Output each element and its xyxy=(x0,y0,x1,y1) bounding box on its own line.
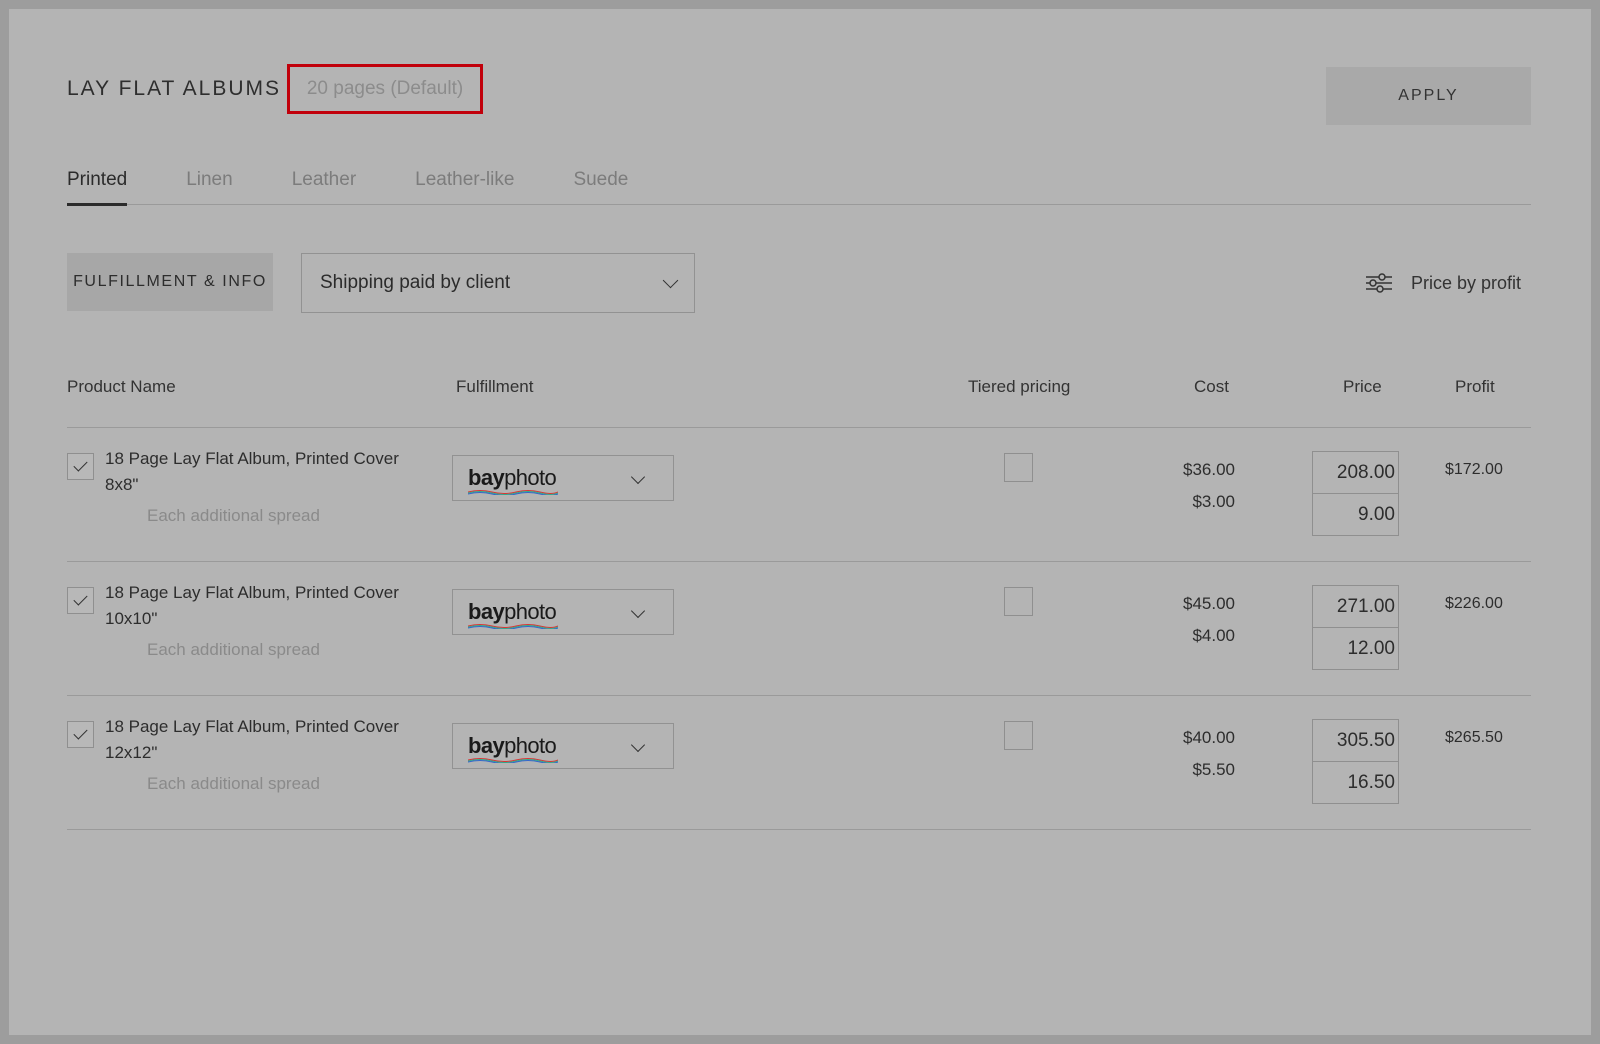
col-product-name: Product Name xyxy=(67,377,176,396)
price-input[interactable] xyxy=(1313,452,1398,494)
product-name: 18 Page Lay Flat Album, Printed Cover 8x… xyxy=(105,449,399,494)
cost-additional-value: $3.00 xyxy=(1192,492,1235,511)
shipping-select-value: Shipping paid by client xyxy=(320,272,511,293)
checkmark-icon xyxy=(73,591,88,606)
tab-leather-like[interactable]: Leather-like xyxy=(415,157,514,203)
row-checkbox[interactable] xyxy=(67,453,94,480)
tiered-pricing-checkbox[interactable] xyxy=(1004,721,1033,750)
logo-wave-icon xyxy=(468,624,558,629)
row-checkbox[interactable] xyxy=(67,587,94,614)
chevron-down-icon xyxy=(630,603,646,619)
shipping-select[interactable]: Shipping paid by client xyxy=(301,253,695,313)
fulfillment-select[interactable]: bayphoto xyxy=(452,723,674,769)
row-divider xyxy=(67,829,1531,830)
product-subline: Each additional spread xyxy=(147,506,320,525)
col-tiered-pricing: Tiered pricing xyxy=(968,377,1071,396)
logo-wave-icon xyxy=(468,490,558,495)
product-name: 18 Page Lay Flat Album, Printed Cover 12… xyxy=(105,717,399,762)
checkmark-icon xyxy=(73,725,88,740)
tab-linen[interactable]: Linen xyxy=(186,157,233,203)
table-row: 18 Page Lay Flat Album, Printed Cover 12… xyxy=(67,696,1531,830)
price-additional-input[interactable] xyxy=(1313,762,1398,804)
bayphoto-logo: bayphoto xyxy=(468,733,557,758)
price-by-profit-button[interactable]: Price by profit xyxy=(1365,267,1521,299)
bayphoto-logo: bayphoto xyxy=(468,599,557,624)
table-row: 18 Page Lay Flat Album, Printed Cover 10… xyxy=(67,562,1531,696)
pages-select[interactable]: 20 pages (Default) xyxy=(287,64,484,114)
price-inputs xyxy=(1312,719,1399,804)
col-price: Price xyxy=(1343,377,1382,396)
fulfillment-info-button[interactable]: FULFILLMENT & INFO xyxy=(67,253,273,311)
tab-leather[interactable]: Leather xyxy=(292,157,356,203)
logo-wave-icon xyxy=(468,758,558,763)
col-cost: Cost xyxy=(1194,377,1229,396)
table-row: 18 Page Lay Flat Album, Printed Cover 8x… xyxy=(67,428,1531,562)
price-inputs xyxy=(1312,451,1399,536)
title-row: LAY FLAT ALBUMS 20 pages (Default) xyxy=(67,61,484,117)
price-additional-input[interactable] xyxy=(1313,494,1398,536)
page-title: LAY FLAT ALBUMS xyxy=(67,77,282,100)
cost-additional-value: $5.50 xyxy=(1192,760,1235,779)
tab-printed[interactable]: Printed xyxy=(67,157,128,206)
profit-value: $265.50 xyxy=(1445,729,1503,746)
cover-tabs: Printed Linen Leather Leather-like Suede xyxy=(67,157,1531,206)
price-input[interactable] xyxy=(1313,586,1398,628)
pricing-modal: LAY FLAT ALBUMS 20 pages (Default) APPLY… xyxy=(9,9,1591,1035)
cost-value: $40.00 xyxy=(1183,728,1235,747)
tiered-pricing-checkbox[interactable] xyxy=(1004,587,1033,616)
price-additional-input[interactable] xyxy=(1313,628,1398,670)
profit-value: $172.00 xyxy=(1445,461,1503,478)
checkmark-icon xyxy=(73,457,88,472)
price-input[interactable] xyxy=(1313,720,1398,762)
price-inputs xyxy=(1312,585,1399,670)
price-by-profit-label: Price by profit xyxy=(1411,272,1522,293)
cost-value: $36.00 xyxy=(1183,460,1235,479)
fulfillment-select[interactable]: bayphoto xyxy=(452,589,674,635)
fulfillment-select[interactable]: bayphoto xyxy=(452,455,674,501)
tab-suede[interactable]: Suede xyxy=(573,157,628,203)
chevron-down-icon xyxy=(630,469,646,485)
chevron-down-icon xyxy=(630,737,646,753)
cost-value: $45.00 xyxy=(1183,594,1235,613)
product-name: 18 Page Lay Flat Album, Printed Cover 10… xyxy=(105,583,399,628)
product-subline: Each additional spread xyxy=(147,774,320,793)
tiered-pricing-checkbox[interactable] xyxy=(1004,453,1033,482)
chevron-down-icon xyxy=(662,272,679,289)
col-profit: Profit xyxy=(1455,377,1495,396)
cost-additional-value: $4.00 xyxy=(1192,626,1235,645)
product-subline: Each additional spread xyxy=(147,640,320,659)
profit-value: $226.00 xyxy=(1445,595,1503,612)
col-fulfillment: Fulfillment xyxy=(456,377,534,396)
sliders-icon xyxy=(1366,273,1392,293)
row-checkbox[interactable] xyxy=(67,721,94,748)
apply-button[interactable]: APPLY xyxy=(1326,67,1531,125)
bayphoto-logo: bayphoto xyxy=(468,465,557,490)
